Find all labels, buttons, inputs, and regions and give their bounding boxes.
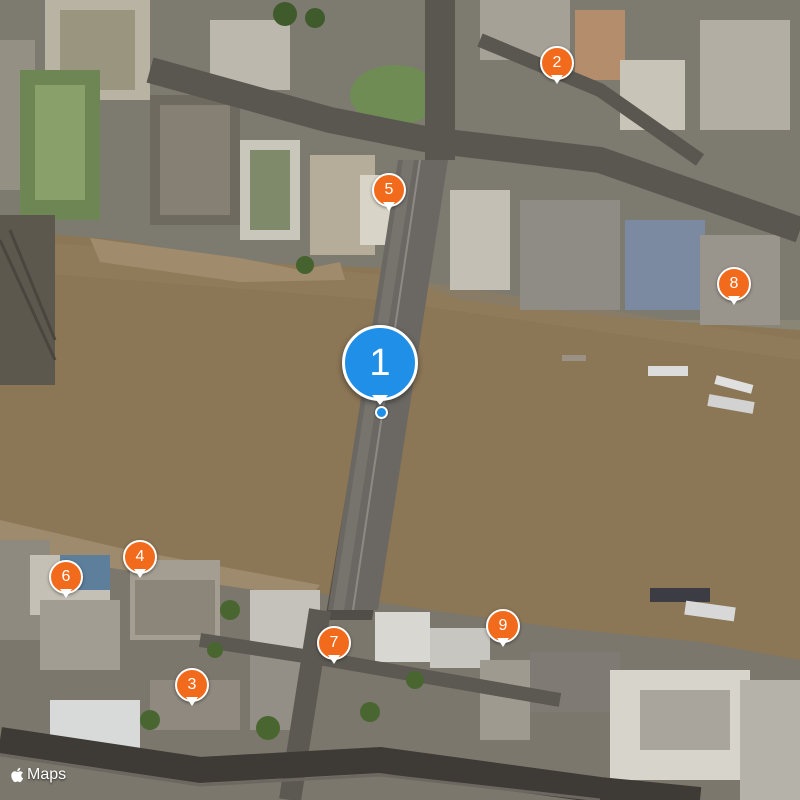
map-pin-7[interactable]: 7 <box>317 626 351 670</box>
map-pin-3[interactable]: 3 <box>175 668 209 712</box>
attribution-text: Maps <box>27 766 67 783</box>
map-pin-8[interactable]: 8 <box>717 267 751 311</box>
map-pin-4[interactable]: 4 <box>123 540 157 584</box>
pin-7-pointer <box>328 655 340 664</box>
map-view[interactable]: 2 5 8 4 6 7 9 3 1 Maps <box>0 0 800 800</box>
map-pin-6[interactable]: 6 <box>49 560 83 604</box>
pin-5-pointer <box>383 202 395 211</box>
apple-logo-icon <box>11 767 24 783</box>
pin-9-pointer <box>497 638 509 647</box>
pin-4-pointer <box>134 569 146 578</box>
maps-attribution[interactable]: Maps <box>10 766 66 784</box>
pin-6-pointer <box>60 589 72 598</box>
map-pin-5[interactable]: 5 <box>372 173 406 217</box>
pin-1-label: 1 <box>342 325 418 401</box>
pin-8-pointer <box>728 296 740 305</box>
pin-3-pointer <box>186 697 198 706</box>
pin-1-pointer <box>372 395 388 405</box>
map-pin-2[interactable]: 2 <box>540 46 574 90</box>
pin-1-location-dot <box>375 406 388 419</box>
map-pin-9[interactable]: 9 <box>486 609 520 653</box>
pin-2-pointer <box>551 75 563 84</box>
map-pin-1[interactable]: 1 <box>342 325 418 405</box>
